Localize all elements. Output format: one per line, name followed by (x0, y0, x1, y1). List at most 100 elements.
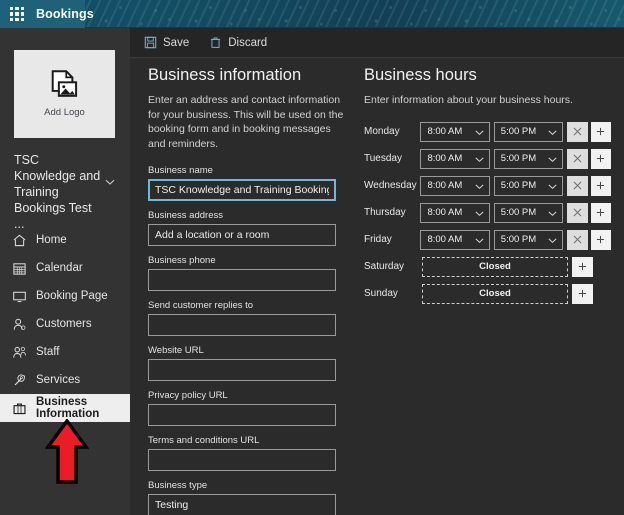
start-time-value: 8:00 AM (427, 234, 463, 245)
discard-label: Discard (228, 36, 268, 49)
close-x-icon (573, 154, 582, 163)
sidebar-item-staff[interactable]: Staff (0, 338, 130, 366)
sidebar-item-booking-page[interactable]: Booking Page (0, 282, 130, 310)
sidebar-item-calendar[interactable]: Calendar (0, 254, 130, 282)
people-icon (13, 346, 26, 358)
calendar-name[interactable]: TSC Knowledge and Training Bookings Test… (14, 152, 102, 232)
field-business-type: Business type (148, 480, 348, 515)
business-information-panel: Business information Enter an address an… (148, 58, 348, 515)
save-button[interactable]: Save (144, 36, 189, 49)
field-label: Business phone (148, 255, 216, 266)
terms-and-conditions-url-input[interactable] (148, 449, 336, 471)
remove-hours-button[interactable] (567, 148, 588, 169)
field-website-url: Website URL (148, 345, 348, 381)
business-type-input[interactable] (148, 494, 336, 515)
field-terms-and-conditions-url: Terms and conditions URL (148, 435, 348, 471)
website-url-input[interactable] (148, 359, 336, 381)
app-launcher-icon[interactable] (10, 7, 24, 21)
day-label: Friday (364, 234, 392, 245)
end-time-value: 5:00 PM (500, 126, 537, 137)
field-label: Privacy policy URL (148, 390, 228, 401)
start-time-select[interactable]: 8:00 AM (420, 202, 490, 223)
add-hours-button[interactable] (590, 121, 611, 142)
end-time-value: 5:00 PM (500, 180, 537, 191)
home-icon (13, 234, 26, 246)
sidebar-item-label: Staff (36, 346, 60, 358)
chevron-down-icon (475, 129, 484, 135)
closed-indicator[interactable]: Closed (422, 283, 568, 304)
content-area: Business information Enter an address an… (130, 58, 624, 515)
add-hours-button[interactable] (590, 148, 611, 169)
remove-hours-button[interactable] (567, 202, 588, 223)
save-floppy-icon (144, 36, 157, 49)
remove-hours-button[interactable] (567, 229, 588, 250)
plus-icon (597, 208, 605, 217)
plus-icon (578, 289, 587, 298)
add-logo-label: Add Logo (44, 107, 85, 118)
chevron-down-icon (548, 237, 557, 243)
remove-hours-button[interactable] (567, 121, 588, 142)
plus-icon (578, 262, 587, 271)
privacy-policy-url-input[interactable] (148, 404, 336, 426)
field-send-customer-replies-to: Send customer replies to (148, 300, 348, 336)
end-time-value: 5:00 PM (500, 234, 537, 245)
send-customer-replies-to-input[interactable] (148, 314, 336, 336)
start-time-select[interactable]: 8:00 AM (420, 175, 490, 196)
business-phone-input[interactable] (148, 269, 336, 291)
sidebar-item-label: Services (36, 374, 81, 386)
chevron-down-icon (475, 183, 484, 189)
end-time-select[interactable]: 5:00 PM (493, 202, 564, 223)
sidebar-item-business-information[interactable]: Business Information (0, 394, 130, 422)
field-label: Business name (148, 165, 213, 176)
field-label: Business address (148, 210, 223, 221)
business-hours-row: Monday 8:00 AM 5:00 PM (364, 121, 614, 142)
add-hours-button[interactable] (572, 283, 593, 304)
end-time-select[interactable]: 5:00 PM (493, 121, 564, 142)
field-label: Website URL (148, 345, 204, 356)
day-label: Monday (364, 126, 400, 137)
field-business-name: Business name (148, 165, 348, 201)
day-label: Thursday (364, 207, 406, 218)
business-hours-heading: Business hours (364, 66, 477, 84)
remove-hours-button[interactable] (567, 175, 588, 196)
sidebar-item-home[interactable]: Home (0, 226, 130, 254)
chevron-down-icon[interactable] (104, 176, 116, 188)
add-hours-button[interactable] (590, 202, 611, 223)
chevron-down-icon (475, 210, 484, 216)
field-label: Terms and conditions URL (148, 435, 260, 446)
chevron-down-icon (548, 129, 557, 135)
closed-indicator[interactable]: Closed (422, 256, 568, 277)
app-title[interactable]: Bookings (36, 0, 94, 28)
start-time-select[interactable]: 8:00 AM (420, 229, 490, 250)
sidebar-item-services[interactable]: Services (0, 366, 130, 394)
add-hours-button[interactable] (572, 256, 593, 277)
chevron-down-icon (475, 156, 484, 162)
field-privacy-policy-url: Privacy policy URL (148, 390, 348, 426)
day-label: Sunday (364, 288, 398, 299)
business-hours-row: Thursday 8:00 AM 5:00 PM (364, 202, 614, 223)
business-name-input[interactable] (148, 179, 336, 201)
field-business-address: Business address (148, 210, 348, 246)
nav-list: Home Calendar Booking Page Customers Sta… (0, 226, 130, 422)
discard-button[interactable]: Discard (209, 36, 267, 49)
business-address-input[interactable] (148, 224, 336, 246)
start-time-select[interactable]: 8:00 AM (420, 148, 490, 169)
start-time-select[interactable]: 8:00 AM (420, 121, 490, 142)
add-logo-tile[interactable]: Add Logo (14, 50, 115, 138)
briefcase-icon (13, 402, 26, 414)
sidebar-item-customers[interactable]: Customers (0, 310, 130, 338)
close-x-icon (573, 208, 582, 217)
save-label: Save (163, 36, 190, 49)
end-time-select[interactable]: 5:00 PM (493, 148, 564, 169)
field-label: Business type (148, 480, 208, 491)
end-time-select[interactable]: 5:00 PM (493, 175, 564, 196)
add-image-icon (51, 70, 77, 97)
end-time-select[interactable]: 5:00 PM (493, 229, 564, 250)
business-hours-row: Friday 8:00 AM 5:00 PM (364, 229, 614, 250)
add-hours-button[interactable] (590, 175, 611, 196)
page-title: Business information (148, 66, 302, 84)
person-icon (13, 318, 26, 330)
business-hours-rows: Monday 8:00 AM 5:00 PM Tuesday 8:00 AM 5… (364, 121, 614, 304)
day-label: Wednesday (364, 180, 417, 191)
add-hours-button[interactable] (590, 229, 611, 250)
